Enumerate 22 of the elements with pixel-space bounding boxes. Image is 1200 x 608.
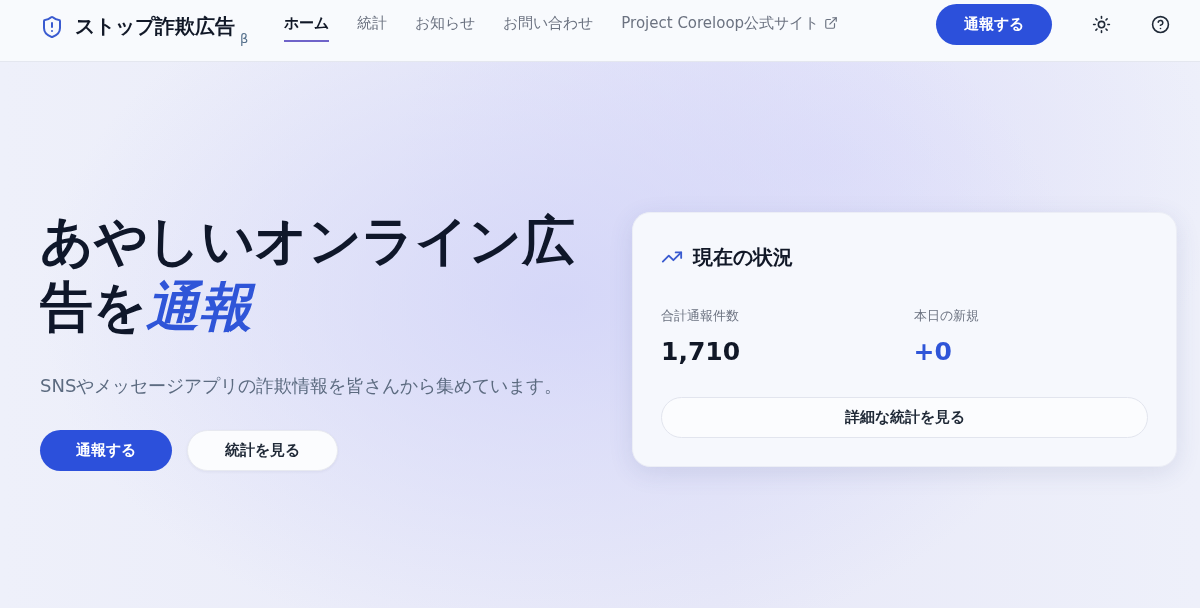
nav-link[interactable]: お問い合わせ <box>503 0 594 42</box>
nav-link[interactable]: 統計 <box>357 0 388 42</box>
nav-link[interactable]: Project Coreloop公式サイト <box>621 0 839 42</box>
hero-headline: あやしいオンライン広告を通報 <box>40 209 575 339</box>
report-button[interactable]: 通報する <box>936 4 1052 45</box>
detailed-stats-button[interactable]: 詳細な統計を見る <box>661 397 1148 438</box>
hero-subtitle: SNSやメッセージアプリの詐欺情報を皆さんから集めています。 <box>40 374 564 398</box>
external-link-icon <box>824 16 839 30</box>
beta-label: β <box>240 31 249 46</box>
help-icon[interactable] <box>1151 15 1170 34</box>
site-title: ストップ詐欺広告 <box>75 13 235 40</box>
nav-link[interactable]: ホーム <box>284 0 330 42</box>
stat-value: +0 <box>913 337 952 367</box>
report-button[interactable]: 通報する <box>40 430 172 471</box>
stat-label: 本日の新規 <box>913 307 979 325</box>
card-title: 現在の状況 <box>693 244 793 271</box>
stats-button[interactable]: 統計を見る <box>187 430 338 471</box>
sun-icon[interactable] <box>1092 15 1111 34</box>
stat-label: 合計通報件数 <box>661 307 739 325</box>
nav-link[interactable]: お知らせ <box>415 0 476 42</box>
shield-icon <box>40 14 64 39</box>
stat-value: 1,710 <box>661 337 741 367</box>
